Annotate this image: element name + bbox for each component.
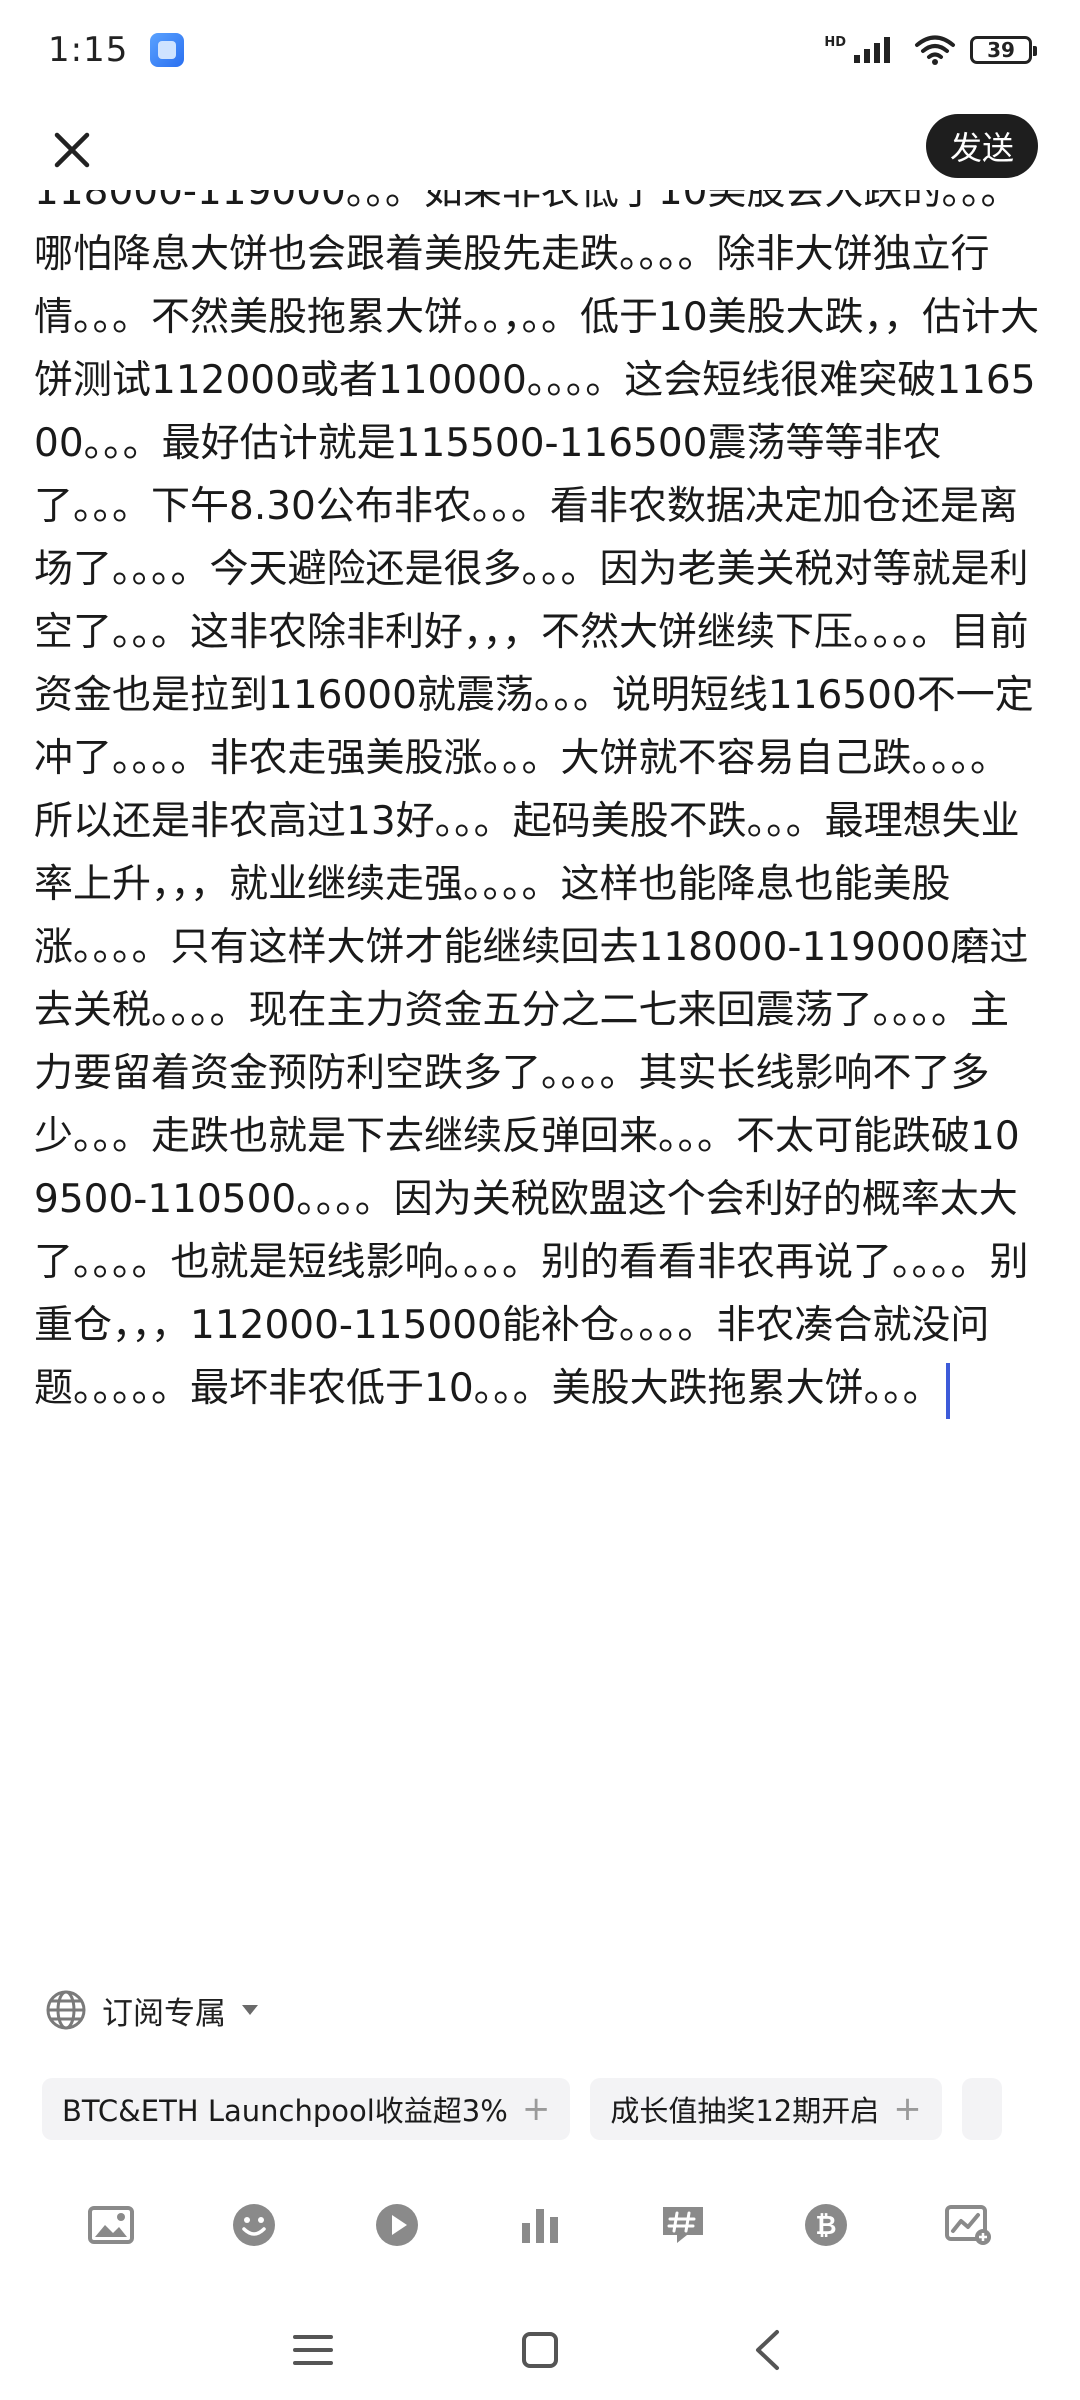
video-icon xyxy=(376,2204,419,2246)
post-content-text: 118000-119000。。。如果非农低于10美股会大跌的。。。哪怕降息大饼也… xyxy=(34,190,1040,1411)
nav-back-button[interactable] xyxy=(737,2320,797,2380)
image-icon xyxy=(88,2206,135,2244)
post-content[interactable]: 118000-119000。。。如果非农低于10美股会大跌的。。。哪怕降息大饼也… xyxy=(34,190,1044,1420)
send-button[interactable]: 发送 xyxy=(925,114,1038,178)
wifi-icon xyxy=(915,35,955,65)
tag-suggestions: BTC&ETH Launchpool收益超3% + 成长值抽奖12期开启 + xyxy=(42,2078,1080,2142)
tag-label: BTC&ETH Launchpool收益超3% xyxy=(62,2094,508,2128)
tag-label: 成长值抽奖12期开启 xyxy=(610,2094,880,2128)
app-notification-icon xyxy=(150,33,185,67)
close-button[interactable] xyxy=(48,126,96,174)
close-icon xyxy=(54,132,90,168)
signal-icon xyxy=(854,37,890,63)
topic-icon xyxy=(662,2207,703,2243)
status-left: 1:15 xyxy=(48,30,185,70)
globe-icon xyxy=(46,1990,86,2030)
battery-level: 39 xyxy=(987,38,1015,62)
insert-poll-button[interactable] xyxy=(510,2195,570,2255)
text-caret xyxy=(945,1362,950,1419)
svg-text:₿: ₿ xyxy=(815,2211,836,2241)
visibility-label: 订阅专属 xyxy=(102,1995,226,2032)
status-time: 1:15 xyxy=(48,30,129,70)
tag-chip-launchpool[interactable]: BTC&ETH Launchpool收益超3% + xyxy=(42,2078,571,2140)
nav-menu-button[interactable] xyxy=(283,2320,343,2380)
emoji-icon xyxy=(233,2204,276,2246)
back-chevron-icon xyxy=(755,2330,779,2370)
compose-toolbar: ₿ xyxy=(0,2180,1080,2270)
insert-image-button[interactable] xyxy=(81,2195,141,2255)
insert-video-button[interactable] xyxy=(367,2195,427,2255)
plus-icon: + xyxy=(893,2089,922,2129)
caret-down-icon xyxy=(242,2005,258,2015)
home-square-icon xyxy=(521,2332,558,2368)
status-bar: 1:15 HD 39 xyxy=(0,0,1080,100)
insert-coin-button[interactable]: ₿ xyxy=(796,2195,856,2255)
chart-icon xyxy=(521,2209,558,2243)
nav-home-button[interactable] xyxy=(510,2320,570,2380)
insert-topic-button[interactable] xyxy=(653,2195,713,2255)
hd-label: HD xyxy=(824,34,846,50)
post-editor[interactable]: 118000-119000。。。如果非农低于10美股会大跌的。。。哪怕降息大饼也… xyxy=(34,190,1044,1840)
tag-chip-more[interactable] xyxy=(961,2078,1002,2140)
tag-chip-growth-lottery[interactable]: 成长值抽奖12期开启 + xyxy=(590,2078,942,2140)
plus-icon: + xyxy=(521,2089,551,2129)
trade-chart-icon xyxy=(945,2205,992,2245)
system-nav-bar xyxy=(0,2300,1080,2400)
insert-trade-button[interactable] xyxy=(938,2195,998,2255)
battery-icon: 39 xyxy=(970,36,1037,64)
status-right: HD 39 xyxy=(824,34,1037,66)
bitcoin-icon: ₿ xyxy=(804,2204,847,2246)
insert-emoji-button[interactable] xyxy=(224,2195,284,2255)
menu-icon xyxy=(293,2335,334,2365)
visibility-selector[interactable]: 订阅专属 xyxy=(44,1985,260,2035)
compose-header: 发送 xyxy=(0,110,1080,190)
